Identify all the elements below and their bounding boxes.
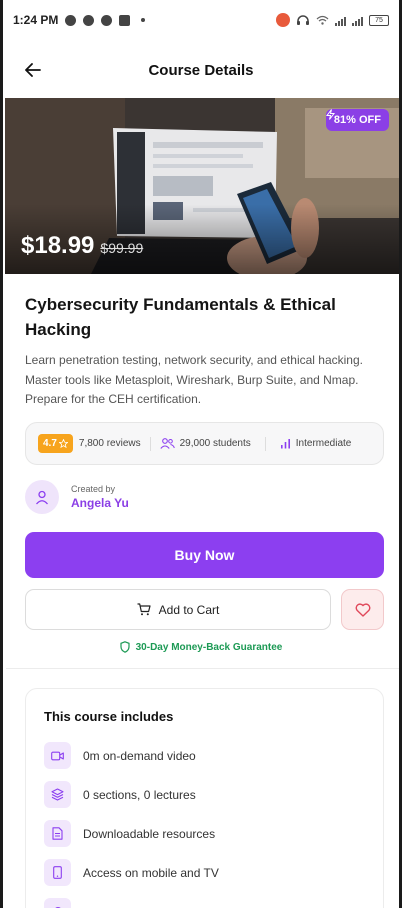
reviews-count: 7,800 reviews xyxy=(78,438,141,449)
reviews-stat: 7,800 reviews xyxy=(79,438,141,449)
section-divider xyxy=(6,668,399,669)
include-label: 0 sections, 0 lectures xyxy=(83,787,196,802)
app-screen: 1:24 PM 75 Course Details 81% OFF $18.99… xyxy=(0,0,402,908)
certificate-icon xyxy=(44,898,71,908)
cart-icon xyxy=(137,603,151,616)
file-icon xyxy=(44,820,71,847)
include-label: Downloadable resources xyxy=(83,826,216,841)
add-to-cart-button[interactable]: Add to Cart xyxy=(25,589,331,630)
original-price: $99.99 xyxy=(100,240,144,256)
students-count: 29,000 students xyxy=(179,438,251,449)
course-description: Learn penetration testing, network secur… xyxy=(25,353,363,406)
notification-icon xyxy=(65,14,77,26)
guarantee-label: 30-Day Money-Back Guarantee xyxy=(135,641,283,653)
discount-label: 81% OFF xyxy=(333,114,381,126)
spotify-icon xyxy=(101,14,113,26)
list-item: Downloadable resources xyxy=(44,814,365,853)
shield-icon xyxy=(120,641,130,653)
money-back-guarantee: 30-Day Money-Back Guarantee xyxy=(3,641,399,653)
level-label: Intermediate xyxy=(295,438,352,449)
status-time: 1:24 PM xyxy=(13,13,59,27)
created-by-label: Created by xyxy=(71,484,116,494)
signal-icon-2 xyxy=(352,15,363,26)
stat-divider xyxy=(149,436,151,451)
price-row: $18.99 $99.99 xyxy=(21,232,143,260)
course-title: Cybersecurity Fundamentals & Ethical Hac… xyxy=(25,295,336,339)
level-stat: Intermediate xyxy=(280,438,352,449)
instructor-row[interactable]: Created by Angela Yu xyxy=(25,480,129,514)
wifi-icon xyxy=(316,15,329,25)
headphones-icon xyxy=(297,15,309,25)
add-to-cart-label: Add to Cart xyxy=(158,602,220,617)
include-label: Access on mobile and TV xyxy=(83,865,219,880)
back-button[interactable] xyxy=(21,58,45,82)
list-item: Access on mobile and TV xyxy=(44,853,365,892)
mobile-icon xyxy=(44,859,71,886)
course-stats-bar: 4.7 7,800 reviews 29,000 students Interm… xyxy=(25,422,384,465)
signal-icon xyxy=(335,15,346,26)
current-price: $18.99 xyxy=(21,232,95,259)
rating-value: 4.7 xyxy=(43,438,57,449)
recording-icon xyxy=(276,13,290,27)
includes-title: This course includes xyxy=(44,709,174,724)
buy-now-button[interactable]: Buy Now xyxy=(25,532,384,578)
instructor-name[interactable]: Angela Yu xyxy=(71,496,129,510)
bar-chart-icon xyxy=(280,439,290,449)
heart-icon xyxy=(355,602,370,617)
stat-divider xyxy=(264,436,266,451)
discount-badge: 81% OFF xyxy=(325,109,389,131)
course-hero-image: 81% OFF $18.99 $99.99 xyxy=(5,98,399,274)
media-icon xyxy=(119,14,131,26)
layers-icon xyxy=(44,781,71,808)
lightning-icon xyxy=(325,109,335,120)
app-icon xyxy=(83,14,95,26)
list-item xyxy=(44,892,365,908)
status-bar: 1:24 PM 75 xyxy=(3,0,399,40)
user-icon xyxy=(36,490,48,504)
page-title: Course Details xyxy=(148,61,254,79)
wishlist-button[interactable] xyxy=(341,589,384,630)
rating-badge: 4.7 xyxy=(38,434,73,453)
students-stat: 29,000 students xyxy=(159,438,251,449)
list-item: 0 sections, 0 lectures xyxy=(44,775,365,814)
video-icon xyxy=(44,742,71,769)
avatar xyxy=(25,480,59,514)
top-app-bar: Course Details xyxy=(3,48,399,92)
star-icon xyxy=(58,439,68,448)
list-item: 0m on-demand video xyxy=(44,736,365,775)
arrow-left-icon xyxy=(25,63,41,77)
course-includes-card: This course includes 0m on-demand video … xyxy=(25,688,384,908)
users-icon xyxy=(159,438,175,449)
include-label: 0m on-demand video xyxy=(83,748,196,763)
more-notifications-icon xyxy=(141,18,146,22)
battery-icon: 75 xyxy=(369,14,389,26)
